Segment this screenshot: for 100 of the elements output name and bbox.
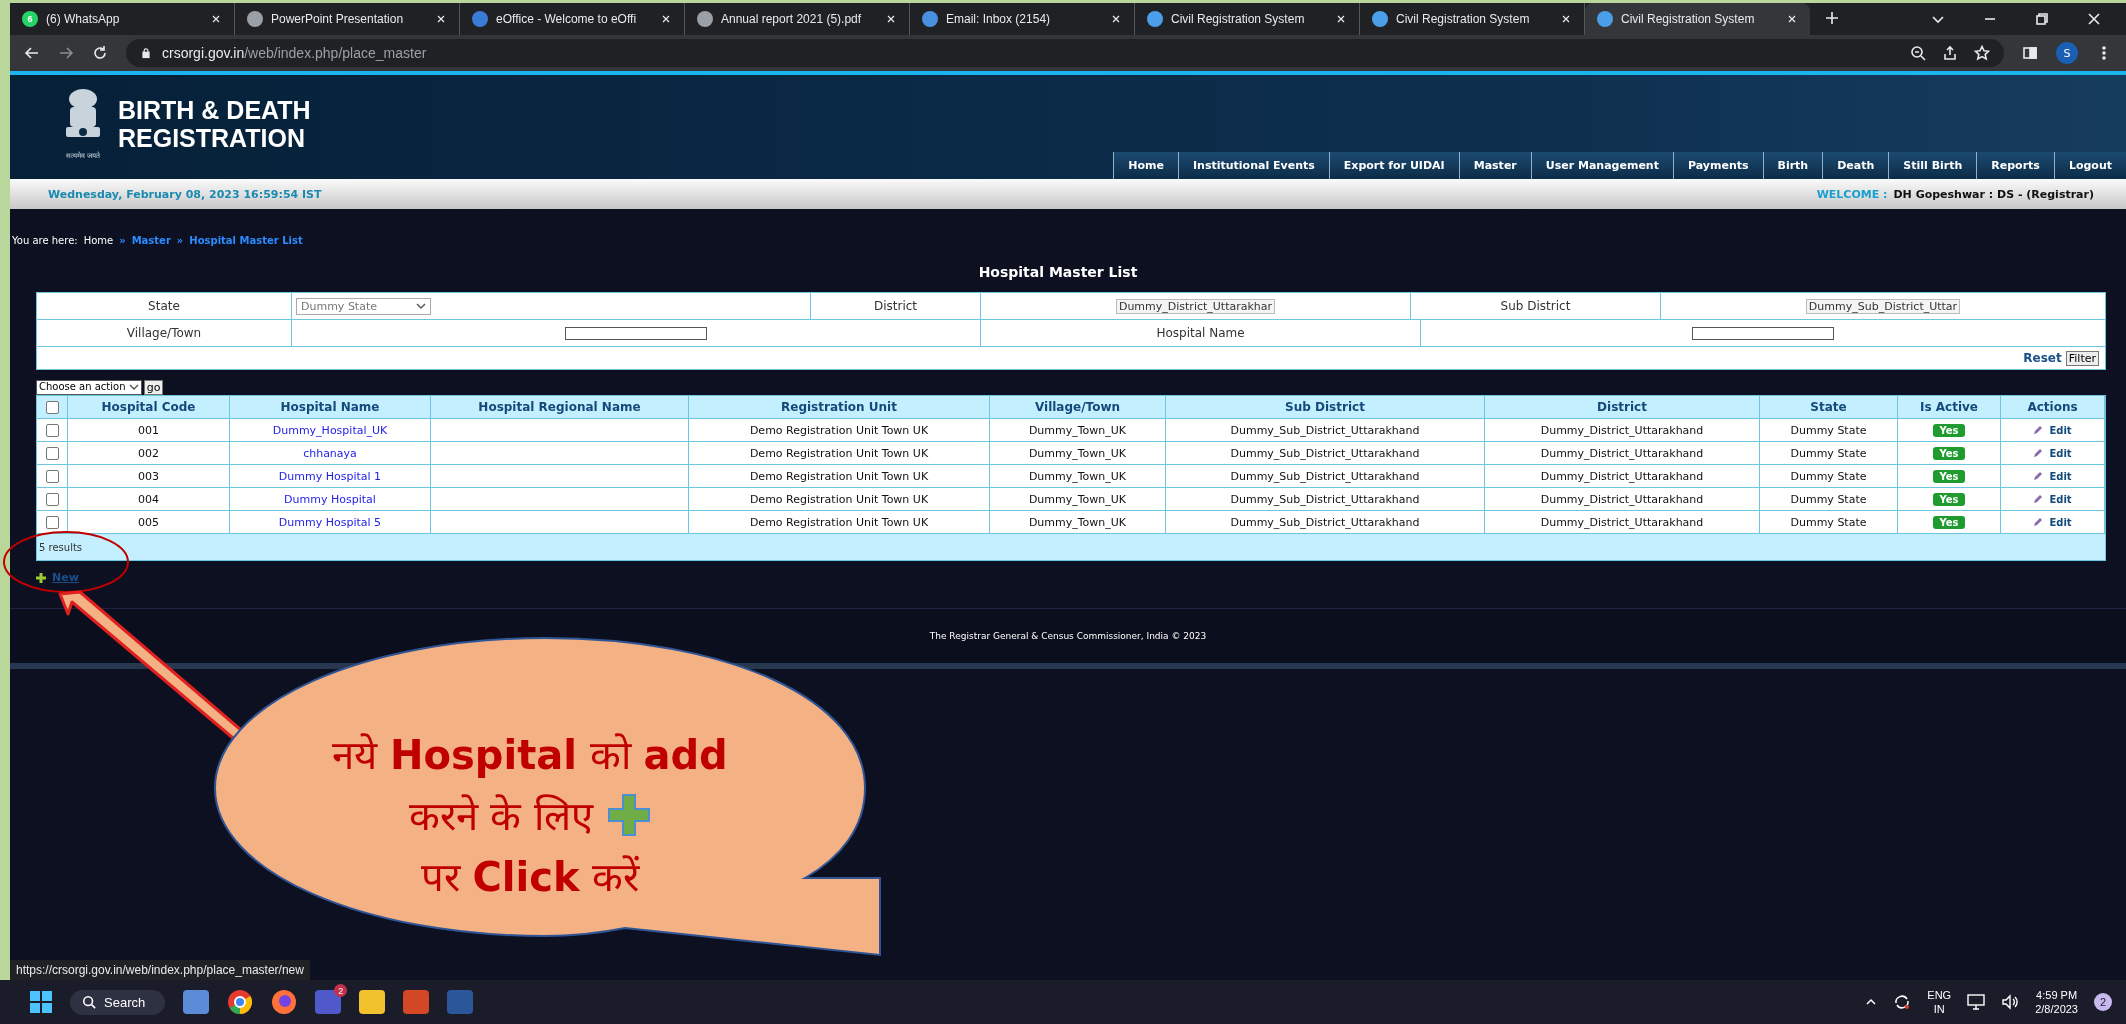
callout-text: करने के लिए — [408, 792, 594, 841]
table-cell: Dummy State — [1760, 465, 1898, 488]
dropdown-caret-icon[interactable] — [416, 303, 426, 309]
welcome-label: WELCOME : — [1816, 187, 1888, 201]
clock-time[interactable]: 4:59 PM — [2036, 988, 2078, 1002]
forward-arrow-icon[interactable] — [58, 45, 74, 61]
district-field[interactable]: Dummy_District_Uttarakhar — [1115, 298, 1276, 314]
app-icon[interactable] — [183, 990, 210, 1014]
go-button[interactable]: go — [143, 380, 164, 395]
reload-icon[interactable] — [92, 45, 108, 61]
close-icon[interactable] — [1786, 13, 1798, 25]
hospital-link[interactable]: Dummy Hospital 1 — [230, 465, 431, 488]
table-cell: Dummy_Sub_District_Uttarakhand — [1166, 465, 1485, 488]
sub-district-label: Sub District — [1500, 299, 1571, 313]
table-cell: 004 — [68, 488, 230, 511]
close-icon[interactable] — [435, 13, 447, 25]
site-icon — [1372, 11, 1388, 27]
table-cell: Dummy_Sub_District_Uttarakhand — [1166, 419, 1485, 442]
language-indicator[interactable]: IN — [1933, 1002, 1945, 1016]
plus-icon — [36, 572, 46, 583]
notification-badge: 2 — [334, 984, 348, 997]
profile-avatar[interactable]: S — [2056, 42, 2078, 64]
sync-icon[interactable] — [1893, 993, 1912, 1011]
breadcrumb-separator: » — [119, 235, 126, 246]
table-cell: Dummy_Town_UK — [990, 511, 1166, 534]
page-title: Hospital Master List — [977, 264, 1139, 280]
hospital-name-input-field[interactable] — [1692, 326, 1834, 340]
table-cell: Dummy_Sub_District_Uttarakhand — [1166, 442, 1485, 465]
hospital-link[interactable]: Dummy Hospital — [230, 488, 431, 511]
table-cell: Dummy_District_Uttarakhand — [1485, 488, 1760, 511]
row-checkbox[interactable] — [45, 423, 59, 437]
table-cell: Demo Registration Unit Town UK — [689, 465, 990, 488]
results-count: 5 results — [38, 540, 84, 555]
restore-icon[interactable] — [2034, 11, 2050, 27]
site-icon — [1147, 11, 1163, 27]
close-icon[interactable] — [2086, 11, 2102, 27]
close-icon[interactable] — [660, 13, 672, 25]
zoom-out-icon[interactable] — [1910, 45, 1926, 61]
taskbar-search[interactable]: Search — [70, 989, 166, 1015]
edit-link[interactable]: Edit — [2049, 516, 2072, 528]
state-label: State — [148, 299, 180, 313]
hospital-link[interactable]: chhanaya — [230, 442, 431, 465]
table-cell: Dummy_District_Uttarakhand — [1485, 511, 1760, 534]
select-all-checkbox[interactable] — [45, 400, 59, 414]
active-badge: Yes — [1933, 423, 1965, 437]
dropdown-caret-icon[interactable] — [128, 384, 139, 390]
back-arrow-icon[interactable] — [24, 45, 40, 61]
filter-button[interactable]: Filter — [2065, 350, 2099, 366]
breadcrumb-link[interactable]: Hospital Master List — [189, 235, 303, 246]
share-icon[interactable] — [1942, 45, 1958, 61]
row-checkbox[interactable] — [45, 469, 59, 483]
close-icon[interactable] — [210, 13, 222, 25]
speaker-icon[interactable] — [2001, 994, 2020, 1010]
browser-tab[interactable]: Civil Registration System — [1585, 3, 1810, 35]
table-cell: Dummy_Town_UK — [990, 419, 1166, 442]
edit-link[interactable]: Edit — [2049, 424, 2072, 436]
date-time: Wednesday, February 08, 2023 16:59:54 IST — [48, 187, 322, 201]
table-cell: Dummy State — [1760, 488, 1898, 511]
edit-link[interactable]: Edit — [2049, 470, 2072, 482]
side-panel-icon[interactable] — [2022, 45, 2038, 61]
plus-icon — [607, 792, 652, 837]
chrome-icon[interactable] — [227, 989, 254, 1015]
language-indicator[interactable]: ENG — [1927, 988, 1952, 1002]
star-icon[interactable] — [1974, 45, 1990, 61]
clock-date[interactable]: 2/8/2023 — [2035, 1002, 2078, 1016]
action-dropdown[interactable]: Choose an action — [36, 380, 142, 395]
edit-link[interactable]: Edit — [2049, 447, 2072, 459]
monitor-icon[interactable] — [1967, 994, 1986, 1010]
windows-start-icon[interactable] — [30, 991, 52, 1013]
reset-link[interactable]: Reset — [2023, 351, 2062, 365]
table-cell: 002 — [68, 442, 230, 465]
active-badge: Yes — [1933, 515, 1965, 529]
row-checkbox[interactable] — [45, 446, 59, 460]
close-icon[interactable] — [1110, 13, 1122, 25]
village-input-field[interactable] — [565, 326, 707, 340]
active-badge: Yes — [1933, 492, 1965, 506]
state-dropdown[interactable]: Dummy State — [296, 297, 431, 315]
breadcrumb-label: You are here: — [12, 235, 78, 246]
breadcrumb-link[interactable]: Home — [83, 235, 114, 246]
table-cell: Demo Registration Unit Town UK — [689, 511, 990, 534]
close-icon[interactable] — [1560, 13, 1572, 25]
breadcrumb-link[interactable]: Master — [131, 235, 171, 246]
address-bar[interactable]: crsorgi.gov.in/web/index.php/place_master — [126, 39, 2004, 67]
pencil-icon — [2033, 448, 2044, 458]
row-checkbox[interactable] — [45, 492, 59, 506]
new-tab-icon[interactable] — [1824, 10, 1840, 26]
table-cell: 001 — [68, 419, 230, 442]
site-icon — [472, 11, 488, 27]
hospital-link[interactable]: Dummy Hospital 5 — [230, 511, 431, 534]
close-icon[interactable] — [1335, 13, 1347, 25]
firefox-icon[interactable] — [271, 989, 298, 1015]
close-icon[interactable] — [885, 13, 897, 25]
table-cell: Dummy_Town_UK — [990, 465, 1166, 488]
row-checkbox[interactable] — [45, 515, 59, 529]
notification-badge[interactable]: 2 — [2094, 993, 2112, 1011]
table-cell: Dummy_Sub_District_Uttarakhand — [1166, 511, 1485, 534]
edit-link[interactable]: Edit — [2049, 493, 2072, 505]
hospital-link[interactable]: Dummy_Hospital_UK — [230, 419, 431, 442]
sub-district-field[interactable]: Dummy_Sub_District_Uttar — [1805, 298, 1961, 314]
table-cell: Dummy_District_Uttarakhand — [1485, 442, 1760, 465]
